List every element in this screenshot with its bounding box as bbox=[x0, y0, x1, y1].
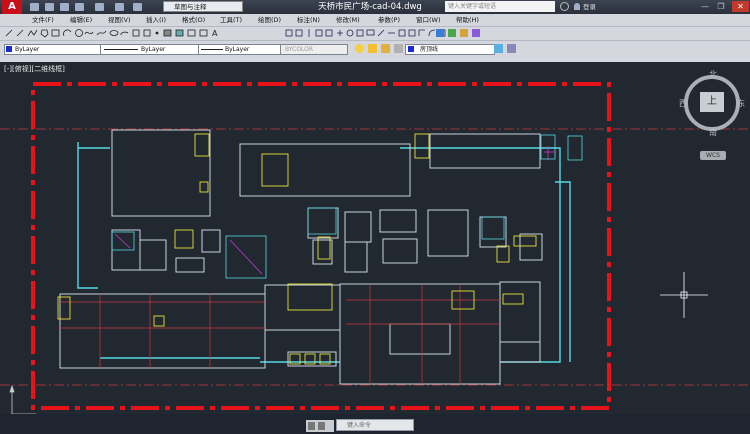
command-input[interactable]: 键入命令 bbox=[336, 419, 414, 431]
line-tool-icon bbox=[5, 29, 13, 37]
room-walls bbox=[59, 129, 543, 385]
polygon-icon bbox=[40, 29, 49, 38]
search-input[interactable]: 键入关键字或短语 bbox=[445, 1, 555, 12]
chamfer-icon bbox=[418, 29, 425, 36]
menu-parametric[interactable]: 参数(P) bbox=[378, 14, 400, 26]
magenta-details bbox=[114, 146, 556, 275]
lock-icon[interactable] bbox=[381, 44, 390, 53]
cyan-blocks bbox=[111, 134, 583, 279]
make-block-icon bbox=[143, 29, 151, 37]
offset-icon bbox=[315, 29, 323, 37]
search-icon[interactable] bbox=[560, 2, 569, 11]
crosshair-cursor bbox=[660, 272, 708, 318]
gradient-icon bbox=[175, 29, 184, 37]
match-properties-icon bbox=[436, 29, 444, 37]
application-menu-button[interactable]: A bbox=[2, 0, 22, 14]
layer-state-icon[interactable] bbox=[494, 44, 503, 53]
color-dropdown[interactable]: ByLayer bbox=[4, 44, 102, 55]
new-file-icon[interactable] bbox=[30, 3, 39, 11]
stretch-icon bbox=[366, 29, 375, 36]
close-command-icon[interactable] bbox=[308, 422, 315, 430]
circle-icon bbox=[75, 29, 83, 37]
menu-tools[interactable]: 工具(T) bbox=[220, 14, 242, 26]
menu-dimension[interactable]: 标注(N) bbox=[297, 14, 320, 26]
layer-swatch-icon bbox=[408, 46, 414, 52]
menu-window[interactable]: 窗口(W) bbox=[416, 14, 441, 26]
close-button[interactable]: ✕ bbox=[732, 1, 749, 12]
freeze-icon[interactable] bbox=[368, 44, 377, 53]
redo-icon[interactable] bbox=[133, 3, 142, 11]
compass-east[interactable]: 东 bbox=[737, 98, 745, 109]
tool-icons-row: A bbox=[5, 29, 480, 38]
break-icon bbox=[398, 29, 406, 37]
cyan-walls bbox=[77, 142, 571, 363]
mtext-icon: A bbox=[212, 29, 218, 38]
construction-line-icon bbox=[16, 29, 24, 37]
linetype-preview bbox=[104, 49, 138, 50]
fillet-icon bbox=[428, 29, 436, 37]
compass-west[interactable]: 西 bbox=[679, 98, 687, 109]
minimize-button[interactable]: — bbox=[698, 1, 712, 12]
menu-insert[interactable]: 插入(I) bbox=[146, 14, 166, 26]
array-icon bbox=[325, 29, 333, 37]
menu-draw[interactable]: 绘图(D) bbox=[258, 14, 281, 26]
layer-on-icon[interactable] bbox=[355, 44, 364, 53]
internal-red-lines bbox=[60, 284, 500, 384]
restore-button[interactable]: ❐ bbox=[714, 1, 728, 12]
design-center-icon bbox=[472, 29, 480, 37]
color-swatch-icon bbox=[6, 46, 12, 52]
user-icon bbox=[574, 3, 580, 10]
workspace-dropdown[interactable]: 草图与注释 bbox=[163, 1, 243, 12]
compass-north[interactable]: 北 bbox=[709, 69, 717, 80]
ellipse-arc-icon bbox=[120, 31, 129, 36]
copy-icon bbox=[295, 29, 303, 37]
arc-icon bbox=[63, 29, 72, 37]
plot-style-dropdown: BYCOLOR bbox=[280, 44, 348, 55]
layer-properties-icon bbox=[448, 29, 456, 37]
properties-icon bbox=[460, 29, 468, 37]
trim-icon bbox=[377, 29, 385, 37]
menu-modify[interactable]: 修改(M) bbox=[336, 14, 360, 26]
drawing bbox=[0, 82, 750, 414]
print-icon[interactable] bbox=[95, 3, 104, 11]
open-file-icon[interactable] bbox=[45, 3, 54, 11]
move-icon bbox=[337, 30, 343, 36]
menu-help[interactable]: 帮助(H) bbox=[456, 14, 479, 26]
rotate-icon bbox=[346, 29, 354, 37]
login-button[interactable]: 登录 bbox=[583, 0, 596, 14]
customize-command-icon[interactable] bbox=[318, 422, 325, 430]
compass-south[interactable]: 南 bbox=[709, 127, 717, 138]
region-icon bbox=[187, 29, 196, 37]
document-title: 天桥市民广场-cad-04.dwg bbox=[318, 2, 422, 12]
hatch-icon bbox=[163, 29, 172, 37]
rectangle-icon bbox=[51, 29, 60, 37]
menu-view[interactable]: 视图(V) bbox=[108, 14, 131, 26]
menu-file[interactable]: 文件(F) bbox=[32, 14, 54, 26]
table-icon bbox=[199, 29, 208, 37]
lineweight-preview bbox=[201, 49, 223, 50]
spline-icon bbox=[96, 30, 107, 36]
save-icon[interactable] bbox=[60, 3, 69, 11]
layer-dropdown[interactable]: 房顶线 bbox=[405, 44, 495, 55]
insert-block-icon bbox=[132, 29, 140, 37]
revcloud-icon bbox=[84, 31, 94, 35]
save-as-icon[interactable] bbox=[75, 3, 84, 11]
scale-icon bbox=[356, 29, 364, 37]
point-icon bbox=[155, 31, 159, 35]
polyline-icon bbox=[27, 29, 38, 37]
erase-icon bbox=[285, 29, 293, 37]
viewcube-top-face[interactable]: 上 bbox=[700, 92, 724, 112]
undo-icon[interactable] bbox=[115, 3, 124, 11]
ellipse-icon bbox=[109, 30, 119, 36]
layer-color-icon[interactable] bbox=[394, 44, 403, 53]
join-icon bbox=[408, 29, 416, 37]
menu-format[interactable]: 格式(O) bbox=[182, 14, 205, 26]
make-current-icon[interactable] bbox=[507, 44, 516, 53]
menu-edit[interactable]: 编辑(E) bbox=[70, 14, 92, 26]
wcs-menu[interactable]: WCS bbox=[700, 151, 726, 160]
